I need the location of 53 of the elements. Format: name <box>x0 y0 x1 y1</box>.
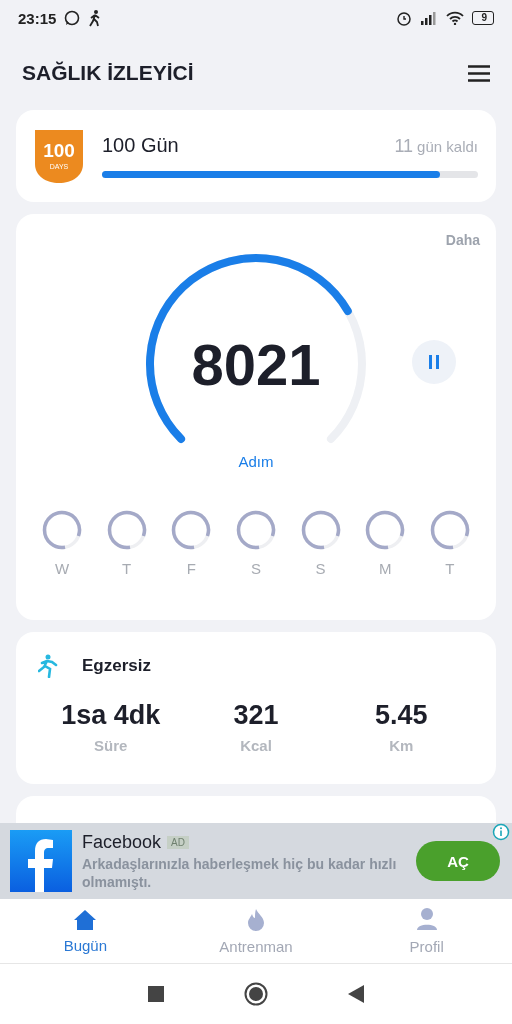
pause-icon <box>428 355 440 369</box>
ad-text: Arkadaşlarınızla haberleşmek hiç bu kadar hızlı olmamıştı. <box>82 854 398 891</box>
exercise-title: Egzersiz <box>82 656 151 676</box>
day-label: F <box>186 560 196 577</box>
pause-button[interactable] <box>412 340 456 384</box>
ad-tag: AD <box>167 835 189 849</box>
ad-title: Facebook <box>82 831 162 853</box>
challenge-title: 100 Gün <box>102 134 179 157</box>
day-ring <box>365 510 406 550</box>
person-icon <box>415 907 438 932</box>
app-logo-icon <box>10 830 72 892</box>
more-link[interactable]: Daha <box>445 232 480 248</box>
day-label: M <box>379 560 392 577</box>
day-label: S <box>250 560 261 577</box>
remaining-count: 11 <box>394 136 414 157</box>
nav-tab[interactable]: Antrenman <box>170 899 342 963</box>
step-count: 8021 <box>191 330 321 398</box>
wifi-icon <box>446 11 465 25</box>
back-icon[interactable] <box>348 985 364 1003</box>
day-label: T <box>445 560 455 577</box>
chat-icon <box>64 10 81 26</box>
stat-label: Süre <box>94 737 128 754</box>
ad-banner[interactable]: Facebook AD Arkadaşlarınızla haberleşmek hiç bu kadar hızlı olmamıştı. AÇ <box>0 823 512 899</box>
day-ring <box>235 510 276 550</box>
open-button[interactable]: AÇ <box>416 841 500 881</box>
stat-label: Kcal <box>240 737 272 754</box>
home-button-icon[interactable] <box>244 982 268 1006</box>
day-label: T <box>122 560 132 577</box>
nav-tab[interactable]: Bugün <box>0 899 171 963</box>
day-ring <box>171 510 212 550</box>
day-label: S <box>315 560 326 577</box>
home-icon <box>73 908 98 931</box>
day-ring <box>106 510 147 550</box>
stat-value: 1sa 4dk <box>61 700 161 731</box>
battery-icon: 9 <box>472 11 494 25</box>
signal-icon <box>420 11 439 25</box>
step-unit: Adım <box>238 453 274 470</box>
stat-value: 321 <box>233 700 279 731</box>
day-ring <box>42 510 82 550</box>
remaining-label: gün kaldı <box>417 138 478 155</box>
alarm-icon <box>396 10 413 26</box>
app-title: SAĞLIK İZLEYİCİ <box>22 61 194 85</box>
stat-label: Km <box>389 737 414 754</box>
day-ring <box>300 510 341 550</box>
badge-number: 100 <box>43 140 75 161</box>
stat-value: 5.45 <box>375 700 428 731</box>
clock-time: 23:15 <box>18 9 57 27</box>
flame-icon <box>246 907 266 932</box>
menu-icon[interactable] <box>468 64 490 82</box>
info-icon[interactable] <box>492 823 510 841</box>
day-ring <box>429 510 470 550</box>
day-label: W <box>54 560 70 577</box>
nav-tab[interactable]: Profil <box>341 899 512 963</box>
